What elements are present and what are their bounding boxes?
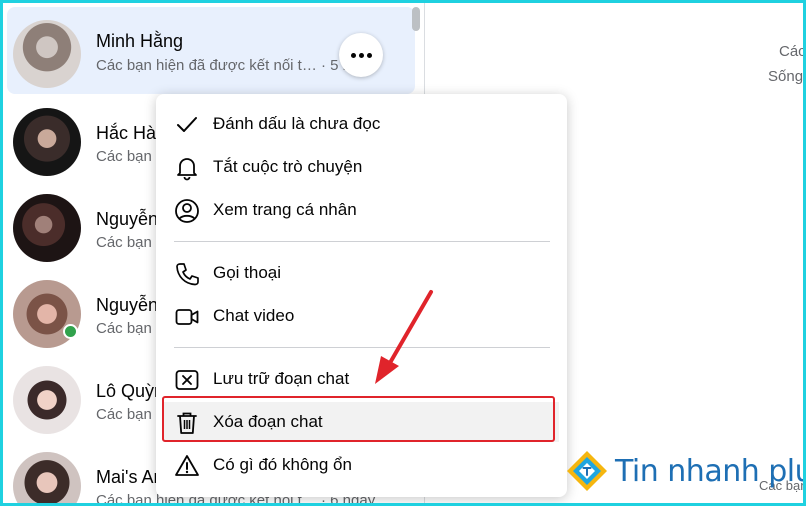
phone-icon	[176, 263, 199, 286]
menu-item-label: Tắt cuộc trò chuyện	[213, 157, 363, 176]
info-text: Các	[779, 43, 806, 60]
mark-unread-menu-item[interactable]: Đánh dấu là chưa đọc	[164, 104, 559, 144]
avatar	[13, 452, 81, 503]
dot-icon	[358, 52, 364, 58]
watermark-text: Tin nhanh plus	[615, 453, 803, 489]
tinnhanhplus-logo-icon	[567, 451, 607, 491]
conversation-preview: Các bạn	[96, 148, 152, 165]
report-problem-menu-item[interactable]: Có gì đó không ổn	[164, 445, 559, 485]
dot-icon	[350, 52, 356, 58]
avatar	[13, 108, 81, 176]
more-options-button[interactable]	[339, 33, 383, 77]
online-status-dot	[63, 324, 78, 339]
watermark: Tin nhanh plus	[565, 447, 803, 495]
avatar	[13, 366, 81, 434]
bell-icon	[177, 158, 197, 181]
annotation-arrow-icon	[375, 290, 433, 384]
scrollbar-thumb[interactable]	[412, 7, 420, 31]
info-text: Sống	[768, 68, 804, 85]
screenshot-frame: Minh Hằng Các bạn hiện đã được kết nối t…	[0, 0, 806, 506]
mute-conversation-menu-item[interactable]: Tắt cuộc trò chuyện	[164, 147, 559, 187]
conversation-name: Nguyễn	[96, 295, 159, 315]
avatar	[13, 194, 81, 262]
view-profile-menu-item[interactable]: Xem trang cá nhân	[164, 190, 559, 230]
conversation-preview: Các bạn	[96, 234, 152, 251]
conversation-name: Nguyễn	[96, 209, 159, 229]
menu-item-label: Xem trang cá nhân	[213, 200, 357, 219]
archive-chat-menu-item[interactable]: Lưu trữ đoạn chat	[164, 359, 559, 399]
video-icon	[175, 309, 199, 325]
avatar	[13, 20, 81, 88]
conversation-name: Minh Hằng	[96, 31, 184, 51]
dot-icon	[366, 52, 372, 58]
conversation-preview: Các bạn hiện đã được kết nối t… · 5 ngày	[96, 57, 376, 74]
menu-item-label: Lưu trữ đoạn chat	[213, 369, 350, 388]
menu-separator	[174, 241, 550, 242]
conversation-name: Lô Quỳn	[96, 381, 165, 401]
menu-item-label: Gọi thoại	[213, 263, 282, 282]
conversation-preview: Các bạn	[96, 320, 152, 337]
voice-call-menu-item[interactable]: Gọi thoại	[164, 253, 559, 293]
conversation-name: Mai's An	[96, 467, 164, 487]
menu-item-label: Có gì đó không ổn	[213, 455, 352, 474]
profile-icon	[175, 199, 199, 223]
menu-item-label: Chat video	[213, 306, 295, 325]
video-chat-menu-item[interactable]: Chat video	[164, 296, 559, 336]
check-icon	[177, 117, 197, 132]
conversation-preview: Các bạn	[96, 406, 152, 423]
warning-icon	[175, 455, 199, 476]
highlight-box	[162, 396, 555, 442]
menu-item-label: Đánh dấu là chưa đọc	[213, 114, 381, 133]
archive-icon	[175, 370, 199, 390]
menu-separator	[174, 347, 550, 348]
